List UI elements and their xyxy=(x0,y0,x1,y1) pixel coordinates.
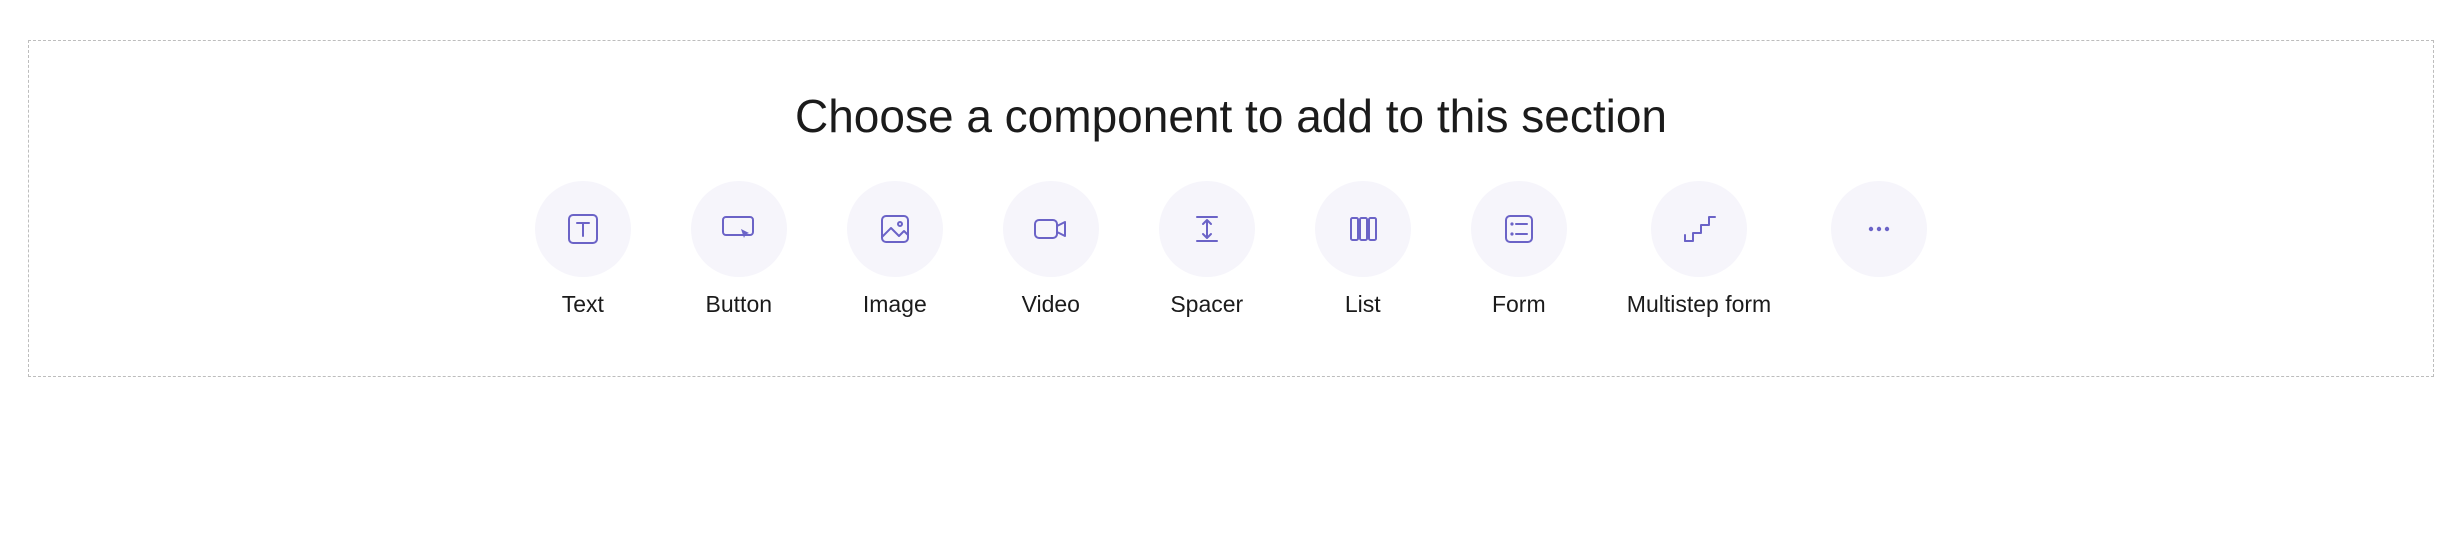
video-camera-icon xyxy=(1031,211,1071,247)
tile-circle xyxy=(1471,181,1567,277)
empty-section-dropzone: Choose a component to add to this sectio… xyxy=(28,40,2434,377)
tile-circle xyxy=(847,181,943,277)
tile-label: Multistep form xyxy=(1627,291,1771,318)
section-heading: Choose a component to add to this sectio… xyxy=(795,89,1667,143)
component-tile-list[interactable]: List xyxy=(1315,181,1411,318)
spacer-vertical-icon xyxy=(1189,211,1225,247)
component-tile-more[interactable] xyxy=(1831,181,1927,291)
tile-label: List xyxy=(1345,291,1381,318)
tile-circle xyxy=(691,181,787,277)
tile-circle xyxy=(535,181,631,277)
button-cursor-icon xyxy=(719,211,759,247)
tile-circle xyxy=(1315,181,1411,277)
columns-icon xyxy=(1345,211,1381,247)
component-tile-button[interactable]: Button xyxy=(691,181,787,318)
component-tile-form[interactable]: Form xyxy=(1471,181,1567,318)
tile-label: Form xyxy=(1492,291,1546,318)
form-fields-icon xyxy=(1501,211,1537,247)
text-icon xyxy=(565,211,601,247)
tile-label: Image xyxy=(863,291,927,318)
component-tile-text[interactable]: Text xyxy=(535,181,631,318)
component-tile-multistep-form[interactable]: Multistep form xyxy=(1627,181,1771,318)
steps-icon xyxy=(1679,211,1719,247)
component-tile-image[interactable]: Image xyxy=(847,181,943,318)
component-tile-video[interactable]: Video xyxy=(1003,181,1099,318)
tile-label: Button xyxy=(706,291,773,318)
tile-circle xyxy=(1003,181,1099,277)
component-picker-row: Text Button Image xyxy=(535,181,1927,318)
tile-label: Video xyxy=(1022,291,1080,318)
tile-circle xyxy=(1831,181,1927,277)
tile-label: Text xyxy=(562,291,604,318)
tile-circle xyxy=(1651,181,1747,277)
tile-circle xyxy=(1159,181,1255,277)
component-tile-spacer[interactable]: Spacer xyxy=(1159,181,1255,318)
image-icon xyxy=(877,211,913,247)
tile-label: Spacer xyxy=(1170,291,1243,318)
more-ellipsis-icon xyxy=(1861,211,1897,247)
